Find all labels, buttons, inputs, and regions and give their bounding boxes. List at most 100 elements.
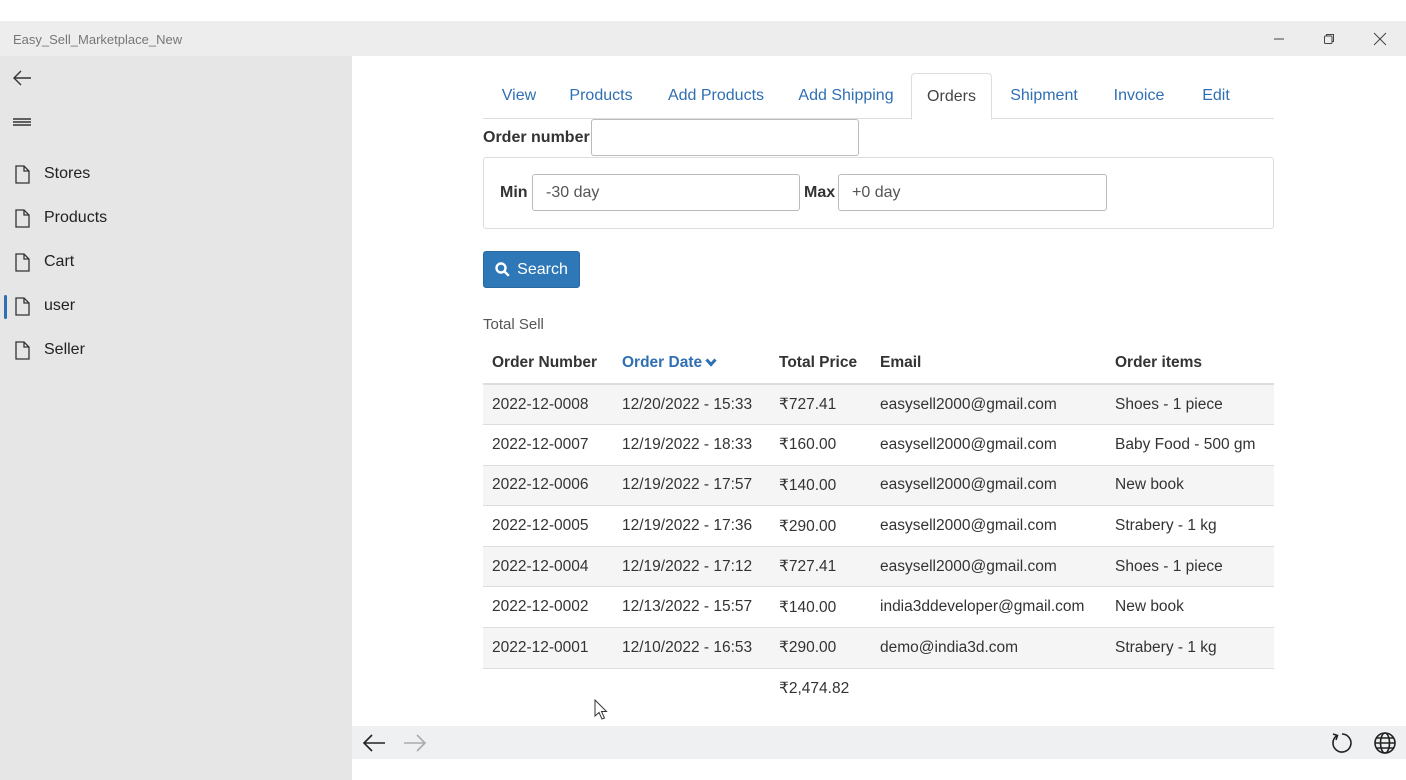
table-row: 2022-12-0001 12/10/2022 - 16:53 ₹290.00 dem… <box>483 627 1274 669</box>
browser-back-button[interactable] <box>361 730 387 756</box>
tab-bar: View Products Add Products Add Shipping … <box>483 72 1274 120</box>
cell-email: easysell2000@gmail.com <box>871 383 1106 425</box>
min-date-input[interactable] <box>532 174 800 211</box>
search-button[interactable]: Search <box>483 251 580 288</box>
main-content: View Products Add Products Add Shipping … <box>352 56 1406 726</box>
cell-order-number: 2022-12-0004 <box>483 545 613 587</box>
table-row: 2022-12-0002 12/13/2022 - 15:57 ₹140.00 ind… <box>483 586 1274 628</box>
max-date-input[interactable] <box>838 174 1107 211</box>
cell-email: easysell2000@gmail.com <box>871 424 1106 466</box>
tab-invoice[interactable]: Invoice <box>1101 73 1177 119</box>
file-icon <box>14 297 30 321</box>
cell-order-number: 2022-12-0005 <box>483 505 613 547</box>
title-bar: Easy_Sell_Marketplace_New <box>0 21 1406 56</box>
cell-order-items: Strabery - 1 kg <box>1106 627 1274 669</box>
header-order-number: Order Number <box>483 343 613 385</box>
cell-order-items: Shoes - 1 piece <box>1106 383 1274 425</box>
cell-total-price: ₹290.00 <box>770 505 871 547</box>
cell-order-items: Shoes - 1 piece <box>1106 545 1274 587</box>
table-row: 2022-12-0004 12/19/2022 - 17:12 ₹727.41 eas… <box>483 545 1274 587</box>
refresh-icon <box>1332 733 1352 753</box>
bottom-nav-bar <box>352 726 1406 759</box>
refresh-button[interactable] <box>1329 730 1355 756</box>
restore-button[interactable] <box>1304 21 1354 56</box>
sidebar-item-label: Stores <box>44 165 91 182</box>
cell-order-date: 12/19/2022 - 17:12 <box>613 545 770 587</box>
orders-table: Order Number Order Date Total Price Emai… <box>483 343 1274 709</box>
total-price-sum: ₹2,474.82 <box>770 667 871 709</box>
sidebar-item-label: Cart <box>44 253 75 270</box>
sidebar-item-label: Products <box>44 209 108 226</box>
table-row: 2022-12-0007 12/19/2022 - 18:33 ₹160.00 eas… <box>483 424 1274 466</box>
order-number-label: Order number <box>483 129 590 146</box>
min-label: Min <box>500 184 528 201</box>
globe-button[interactable] <box>1372 730 1398 756</box>
header-order-items: Order items <box>1106 343 1274 385</box>
cell-total-price: ₹140.00 <box>770 586 871 628</box>
total-sell-label: Total Sell <box>483 316 544 333</box>
cell-email: india3ddeveloper@gmail.com <box>871 586 1106 628</box>
tab-products[interactable]: Products <box>557 73 645 119</box>
cell-total-price: ₹727.41 <box>770 383 871 425</box>
cell-email: easysell2000@gmail.com <box>871 505 1106 547</box>
tab-add-products[interactable]: Add Products <box>655 73 777 119</box>
header-order-date[interactable]: Order Date <box>613 343 770 385</box>
tab-edit[interactable]: Edit <box>1186 73 1246 119</box>
globe-icon <box>1374 732 1396 754</box>
forward-arrow-icon <box>404 734 427 752</box>
cell-total-price: ₹160.00 <box>770 424 871 466</box>
header-email: Email <box>871 343 1106 385</box>
file-icon <box>14 253 30 277</box>
hamburger-icon <box>13 118 31 126</box>
close-button[interactable] <box>1355 21 1405 56</box>
cell-order-date: 12/20/2022 - 15:33 <box>613 383 770 425</box>
app-window: Easy_Sell_Marketplace_New Stores Product… <box>0 0 1406 780</box>
header-order-date-label: Order Date <box>622 354 703 372</box>
cell-order-date: 12/13/2022 - 15:57 <box>613 586 770 628</box>
sidebar-item-products[interactable]: Products <box>0 199 352 239</box>
sidebar-item-stores[interactable]: Stores <box>0 155 352 195</box>
app-title: Easy_Sell_Marketplace_New <box>13 32 183 47</box>
tab-view[interactable]: View <box>487 73 551 119</box>
table-row: 2022-12-0005 12/19/2022 - 17:36 ₹290.00 eas… <box>483 505 1274 547</box>
cell-total-price: ₹290.00 <box>770 627 871 669</box>
minimize-button[interactable] <box>1254 21 1304 56</box>
cell-order-items: Strabery - 1 kg <box>1106 505 1274 547</box>
tab-orders[interactable]: Orders <box>911 73 992 120</box>
restore-icon <box>1324 33 1334 44</box>
sidebar-item-user[interactable]: user <box>0 287 352 327</box>
mouse-cursor-icon <box>594 699 608 720</box>
sidebar-item-cart[interactable]: Cart <box>0 243 352 283</box>
empty-cell <box>871 667 1106 709</box>
cell-order-date: 12/19/2022 - 17:36 <box>613 505 770 547</box>
close-icon <box>1373 32 1387 45</box>
sidebar-item-label: Seller <box>44 341 85 358</box>
cell-order-number: 2022-12-0007 <box>483 424 613 466</box>
header-total-price: Total Price <box>770 343 871 385</box>
browser-forward-button[interactable] <box>402 730 428 756</box>
empty-cell <box>613 667 770 709</box>
cell-order-number: 2022-12-0006 <box>483 464 613 506</box>
cell-email: easysell2000@gmail.com <box>871 545 1106 587</box>
cell-order-items: Baby Food - 500 gm <box>1106 424 1274 466</box>
chevron-down-icon <box>705 354 717 372</box>
hamburger-button[interactable] <box>10 110 34 134</box>
tab-add-shipping[interactable]: Add Shipping <box>785 73 907 119</box>
cell-order-date: 12/10/2022 - 16:53 <box>613 627 770 669</box>
table-row: 2022-12-0008 12/20/2022 - 15:33 ₹727.41 eas… <box>483 383 1274 425</box>
order-number-input[interactable] <box>591 119 859 156</box>
back-arrow-icon <box>13 70 31 86</box>
cell-order-items: New book <box>1106 586 1274 628</box>
sidebar-item-seller[interactable]: Seller <box>0 331 352 371</box>
back-button[interactable] <box>10 66 34 90</box>
table-header-row: Order Number Order Date Total Price Emai… <box>483 343 1274 385</box>
cell-order-number: 2022-12-0001 <box>483 627 613 669</box>
file-icon <box>14 165 30 189</box>
file-icon <box>14 209 30 233</box>
cell-order-date: 12/19/2022 - 18:33 <box>613 424 770 466</box>
cell-order-number: 2022-12-0002 <box>483 586 613 628</box>
table-row: 2022-12-0006 12/19/2022 - 17:57 ₹140.00 eas… <box>483 464 1274 506</box>
tab-shipment[interactable]: Shipment <box>1000 73 1088 119</box>
active-indicator <box>4 295 7 319</box>
cell-total-price: ₹140.00 <box>770 464 871 506</box>
